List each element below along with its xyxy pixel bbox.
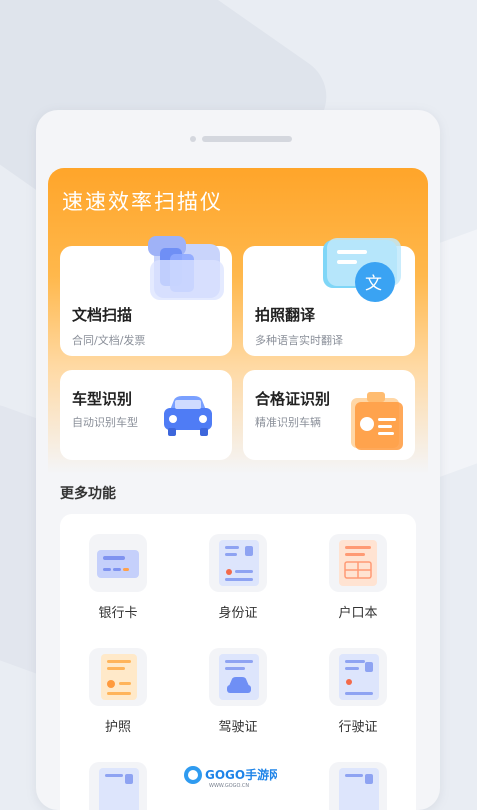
- id-card-icon: [209, 534, 267, 592]
- feature-subtitle: 合同/文档/发票: [72, 334, 146, 347]
- feature-document-scan[interactable]: 文档扫描 合同/文档/发票: [60, 236, 232, 356]
- function-vehicle-license[interactable]: 行驶证: [308, 648, 408, 735]
- function-label: 银行卡: [98, 606, 138, 621]
- car-icon: [164, 396, 212, 436]
- bank-card-icon: [89, 534, 147, 592]
- function-label: 户口本: [338, 606, 378, 621]
- feature-certificate-recognition[interactable]: 合格证识别 精准识别车辆: [243, 370, 415, 460]
- app-title: 速速效率扫描仪: [62, 190, 223, 214]
- phone-camera: [190, 136, 196, 142]
- feature-title: 合格证识别: [255, 390, 331, 408]
- feature-car-recognition[interactable]: 车型识别 自动识别车型: [60, 370, 232, 460]
- feature-subtitle: 多种语言实时翻译: [255, 334, 343, 347]
- watermark-logo: GOGO手游网 WWW.GOGO.CN: [183, 764, 281, 789]
- function-label: 身份证: [218, 606, 258, 621]
- feature-photo-translate[interactable]: 文 拍照翻译 多种语言实时翻译: [243, 238, 415, 356]
- phone-speaker: [202, 136, 292, 142]
- phone-frame: 速速效率扫描仪 文档扫描 合同/文档/发票 文 拍照翻译 多种语言实时翻译 车型…: [36, 110, 440, 810]
- certificate-icon: [351, 392, 403, 450]
- function-household-register[interactable]: 户口本: [308, 534, 408, 621]
- function-bank-card[interactable]: 银行卡: [68, 534, 168, 621]
- function-label: 驾驶证: [218, 720, 258, 735]
- household-register-icon: [329, 534, 387, 592]
- feature-title: 车型识别: [72, 390, 133, 408]
- function-driver-license[interactable]: 驾驶证: [188, 648, 288, 735]
- function-label: 护照: [104, 720, 131, 735]
- svg-text:WWW.GOGO.CN: WWW.GOGO.CN: [209, 783, 249, 788]
- document-card-icon: [329, 762, 387, 810]
- feature-subtitle: 自动识别车型: [72, 416, 138, 429]
- function-more-item[interactable]: [68, 762, 168, 810]
- document-card-icon: [89, 762, 147, 810]
- svg-text:文: 文: [365, 274, 382, 294]
- passport-icon: [89, 648, 147, 706]
- feature-title: 拍照翻译: [255, 306, 316, 324]
- feature-subtitle: 精准识别车辆: [255, 416, 321, 429]
- feature-title: 文档扫描: [72, 306, 133, 324]
- vehicle-license-icon: [329, 648, 387, 706]
- translate-icon: 文: [323, 238, 401, 302]
- folder-icon: [148, 236, 224, 300]
- svg-text:GOGO手游网: GOGO手游网: [205, 767, 277, 782]
- function-id-card[interactable]: 身份证: [188, 534, 288, 621]
- more-functions-title: 更多功能: [60, 486, 116, 502]
- function-label: 行驶证: [338, 720, 378, 735]
- function-more-item[interactable]: [308, 762, 408, 810]
- function-passport[interactable]: 护照: [68, 648, 168, 735]
- driver-license-icon: [209, 648, 267, 706]
